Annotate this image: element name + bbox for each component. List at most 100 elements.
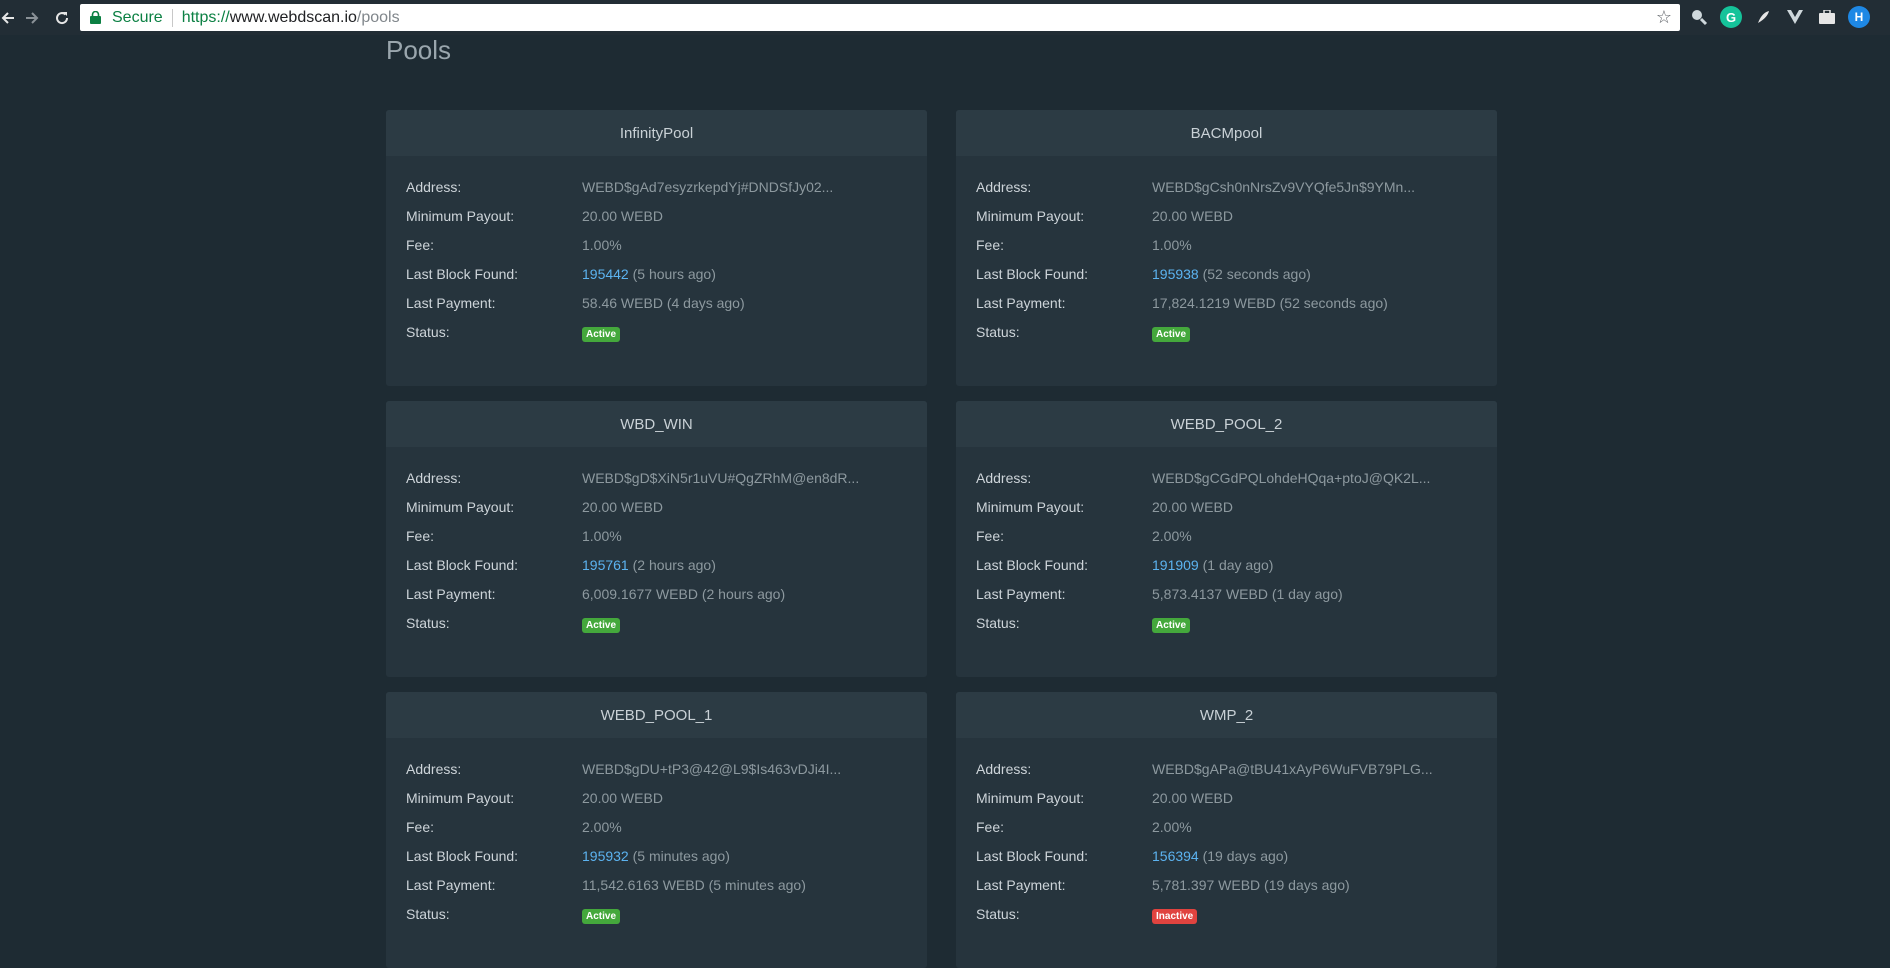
fee-label: Fee:: [976, 237, 1005, 253]
last-block-link[interactable]: 195442: [582, 266, 629, 282]
address-row: Address: WEBD$gDU+tP3@42@L9$Is463vDJi4I.…: [406, 760, 907, 789]
address-link[interactable]: WEBD$gCGdPQLohdeHQqa+ptoJ@QK2L...: [1152, 469, 1430, 487]
address-label: Address:: [406, 470, 462, 486]
pool-details: Address: WEBD$gAd7esyzrkepdYj#DNDSfJy02.…: [386, 156, 927, 352]
min-payout-row: Minimum Payout: 20.00 WEBD: [406, 789, 907, 818]
reload-icon[interactable]: [48, 4, 76, 32]
feather-icon[interactable]: [1752, 6, 1774, 28]
status-label: Status:: [976, 615, 1020, 631]
pool-name: WEBD_POOL_1: [386, 692, 927, 738]
address-link[interactable]: WEBD$gAd7esyzrkepdYj#DNDSfJy02...: [582, 178, 833, 196]
pool-card: WEBD_POOL_2 Address: WEBD$gCGdPQLohdeHQq…: [956, 401, 1497, 677]
last-block-row: Last Block Found: 156394 (19 days ago): [976, 847, 1477, 876]
min-payout-value: 20.00 WEBD: [582, 208, 663, 224]
last-payment-value: 5,781.397 WEBD (19 days ago): [1152, 877, 1350, 893]
fee-label: Fee:: [976, 819, 1005, 835]
last-block-link[interactable]: 195938: [1152, 266, 1199, 282]
last-block-label: Last Block Found:: [406, 557, 519, 573]
page-title: Pools: [386, 35, 452, 65]
last-block-ago: (5 minutes ago): [632, 848, 730, 864]
address-link[interactable]: WEBD$gDU+tP3@42@L9$Is463vDJi4I...: [582, 760, 841, 778]
status-badge: Active: [582, 618, 621, 633]
last-block-row: Last Block Found: 195761 (2 hours ago): [406, 556, 907, 585]
last-block-link[interactable]: 156394: [1152, 848, 1199, 864]
address-bar[interactable]: Secure https:// www.webdscan.io /pools ☆: [80, 4, 1680, 31]
min-payout-row: Minimum Payout: 20.00 WEBD: [406, 498, 907, 527]
pool-card: BACMpool Address: WEBD$gCsh0nNrsZv9VYQfe…: [956, 110, 1497, 386]
last-block-value: 195938 (52 seconds ago): [1152, 265, 1311, 283]
min-payout-row: Minimum Payout: 20.00 WEBD: [976, 498, 1477, 527]
min-payout-value: 20.00 WEBD: [1152, 208, 1233, 224]
fee-value: 1.00%: [582, 528, 622, 544]
pool-name: BACMpool: [956, 110, 1497, 156]
min-payout-label: Minimum Payout:: [406, 499, 515, 515]
pool-card: WMP_2 Address: WEBD$gAPa@tBU41xAyP6WuFVB…: [956, 692, 1497, 968]
last-block-row: Last Block Found: 195442 (5 hours ago): [406, 265, 907, 294]
status-badge: Active: [582, 327, 621, 342]
address-link[interactable]: WEBD$gD$XiN5r1uVU#QgZRhM@en8dR...: [582, 469, 859, 487]
status-label: Status:: [406, 615, 450, 631]
last-payment-row: Last Payment: 5,781.397 WEBD (19 days ag…: [976, 876, 1477, 905]
min-payout-row: Minimum Payout: 20.00 WEBD: [976, 789, 1477, 818]
last-payment-row: Last Payment: 6,009.1677 WEBD (2 hours a…: [406, 585, 907, 614]
last-block-row: Last Block Found: 195938 (52 seconds ago…: [976, 265, 1477, 294]
last-payment-label: Last Payment:: [406, 586, 496, 602]
fee-value: 2.00%: [1152, 819, 1192, 835]
url-path: /pools: [356, 8, 400, 26]
pool-details: Address: WEBD$gD$XiN5r1uVU#QgZRhM@en8dR.…: [386, 447, 927, 643]
min-payout-value: 20.00 WEBD: [1152, 790, 1233, 806]
status-cell: Active: [582, 614, 621, 633]
last-block-link[interactable]: 191909: [1152, 557, 1199, 573]
fee-row: Fee: 2.00%: [976, 527, 1477, 556]
last-block-link[interactable]: 195761: [582, 557, 629, 573]
last-block-value: 191909 (1 day ago): [1152, 556, 1273, 574]
profile-icon[interactable]: H: [1848, 6, 1870, 28]
fee-row: Fee: 1.00%: [406, 236, 907, 265]
back-arrow-icon[interactable]: [0, 4, 16, 32]
forward-arrow-icon[interactable]: [16, 4, 48, 32]
last-payment-value: 6,009.1677 WEBD (2 hours ago): [582, 586, 786, 602]
min-payout-label: Minimum Payout:: [976, 790, 1085, 806]
address-link[interactable]: WEBD$gCsh0nNrsZv9VYQfe5Jn$9YMn...: [1152, 178, 1415, 196]
status-cell: Active: [1152, 323, 1191, 342]
last-block-value: 156394 (19 days ago): [1152, 847, 1288, 865]
vue-icon[interactable]: [1784, 6, 1806, 28]
last-payment-row: Last Payment: 11,542.6163 WEBD (5 minute…: [406, 876, 907, 905]
magnifier-icon[interactable]: [1688, 6, 1710, 28]
last-payment-row: Last Payment: 17,824.1219 WEBD (52 secon…: [976, 294, 1477, 323]
min-payout-row: Minimum Payout: 20.00 WEBD: [976, 207, 1477, 236]
status-cell: Active: [582, 323, 621, 342]
omnibox-divider: [171, 8, 173, 27]
address-row: Address: WEBD$gD$XiN5r1uVU#QgZRhM@en8dR.…: [406, 469, 907, 498]
grammarly-icon[interactable]: G: [1720, 6, 1742, 28]
min-payout-value: 20.00 WEBD: [582, 499, 663, 515]
status-label: Status:: [976, 906, 1020, 922]
browser-toolbar: Secure https:// www.webdscan.io /pools ☆…: [0, 0, 1890, 35]
fee-label: Fee:: [406, 528, 435, 544]
address-label: Address:: [976, 761, 1032, 777]
address-label: Address:: [406, 761, 462, 777]
pool-details: Address: WEBD$gCGdPQLohdeHQqa+ptoJ@QK2L.…: [956, 447, 1497, 643]
address-row: Address: WEBD$gAd7esyzrkepdYj#DNDSfJy02.…: [406, 178, 907, 207]
last-payment-value: 11,542.6163 WEBD (5 minutes ago): [582, 877, 806, 893]
status-label: Status:: [406, 906, 450, 922]
last-block-link[interactable]: 195932: [582, 848, 629, 864]
last-block-ago: (2 hours ago): [632, 557, 716, 573]
bookmark-star-icon[interactable]: ☆: [1656, 7, 1672, 28]
fee-row: Fee: 1.00%: [976, 236, 1477, 265]
status-cell: Inactive: [1152, 905, 1198, 924]
status-label: Status:: [976, 324, 1020, 340]
status-row: Status: Active: [406, 614, 907, 643]
extensions-bar: G H: [1688, 6, 1870, 28]
last-block-label: Last Block Found:: [406, 848, 519, 864]
briefcase-icon[interactable]: [1816, 6, 1838, 28]
last-block-value: 195761 (2 hours ago): [582, 556, 716, 574]
fee-row: Fee: 2.00%: [976, 818, 1477, 847]
last-payment-value: 58.46 WEBD (4 days ago): [582, 295, 745, 311]
last-payment-label: Last Payment:: [976, 877, 1066, 893]
last-payment-value: 17,824.1219 WEBD (52 seconds ago): [1152, 295, 1388, 311]
min-payout-label: Minimum Payout:: [406, 208, 515, 224]
address-link[interactable]: WEBD$gAPa@tBU41xAyP6WuFVB79PLG...: [1152, 760, 1433, 778]
last-block-ago: (1 day ago): [1202, 557, 1274, 573]
last-payment-label: Last Payment:: [406, 877, 496, 893]
